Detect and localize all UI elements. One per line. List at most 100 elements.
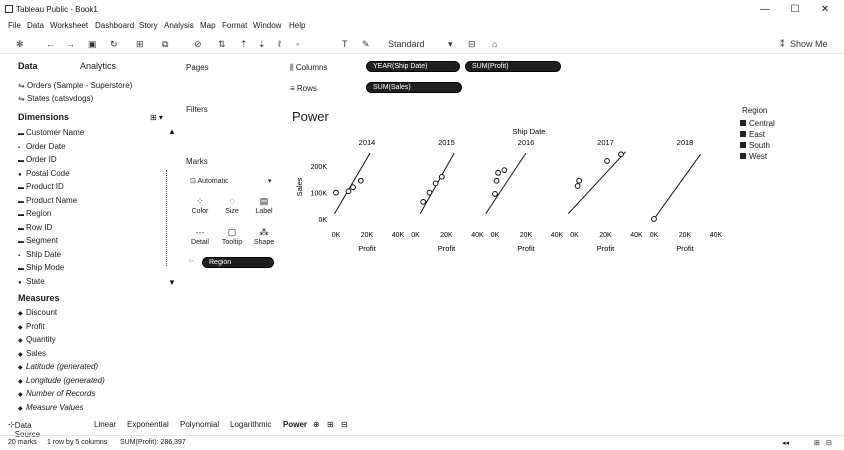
data-source-orders[interactable]: ⇋ Orders (Sample - Superstore) xyxy=(18,81,132,90)
data-source-states[interactable]: ⇋ States (catsvdogs) xyxy=(18,94,93,103)
tableau-logo-icon[interactable]: ✻ xyxy=(16,39,24,50)
color-button[interactable]: ⁘ Color xyxy=(188,196,212,215)
list-view-icon[interactable]: ⊟ xyxy=(826,439,832,447)
menu-worksheet[interactable]: Worksheet xyxy=(50,21,88,30)
columns-pill-sum-profit[interactable]: SUM(Profit) xyxy=(465,61,561,72)
measure-label: Number of Records xyxy=(26,389,96,398)
legend-item[interactable]: Central xyxy=(740,119,775,128)
present-icon[interactable]: ⊟ xyxy=(468,39,476,50)
size-button[interactable]: ◌ Size xyxy=(220,196,244,215)
sort-asc-icon[interactable]: ⇡ xyxy=(240,39,248,50)
legend-item[interactable]: West xyxy=(740,152,767,161)
tab-logarithmic[interactable]: Logarithmic xyxy=(230,420,271,429)
dimension-item[interactable]: ▪ Order Date xyxy=(18,142,66,151)
measure-item[interactable]: ◆ Quantity xyxy=(18,335,56,344)
group-icon[interactable]: ◦ xyxy=(296,39,299,49)
dimension-item[interactable]: ▬ Ship Mode xyxy=(18,263,64,272)
highlight-icon[interactable]: ℓ xyxy=(278,39,281,49)
swap-icon[interactable]: ⇅ xyxy=(218,39,226,50)
measure-item[interactable]: ◆ Latitude (generated) xyxy=(18,362,98,371)
menu-map[interactable]: Map xyxy=(200,21,216,30)
label-button[interactable]: ▤ Label xyxy=(252,196,276,215)
menu-dashboard[interactable]: Dashboard xyxy=(95,21,134,30)
menu-story[interactable]: Story xyxy=(139,21,158,30)
new-story-tab-icon[interactable]: ⊟ xyxy=(341,420,348,429)
share-icon[interactable]: ⌂ xyxy=(492,39,497,49)
tab-data[interactable]: Data xyxy=(18,61,38,71)
show-me-icon[interactable]: ⁑ xyxy=(780,39,785,50)
x-tick-label: 20K xyxy=(440,232,453,239)
dimension-item[interactable]: ▬ Product Name xyxy=(18,196,77,205)
measure-icon: ◆ xyxy=(18,378,23,385)
menu-analysis[interactable]: Analysis xyxy=(164,21,194,30)
shape-button[interactable]: ⁂ Shape xyxy=(252,227,276,246)
tooltip-button[interactable]: ▢ Tooltip xyxy=(220,227,244,246)
measure-item[interactable]: ◆ Longitude (generated) xyxy=(18,376,105,385)
nav-first-icon[interactable]: ◂◂ xyxy=(782,439,789,447)
duplicate-icon[interactable]: ⧉ xyxy=(162,39,168,50)
scroll-up-icon[interactable]: ▲ xyxy=(168,127,176,136)
clear-icon[interactable]: ⊘ xyxy=(194,39,202,50)
tab-data-source[interactable]: ⊹ Data Source xyxy=(8,420,40,439)
dimension-item[interactable]: ▬ Order ID xyxy=(18,155,57,164)
save-icon[interactable]: ▣ xyxy=(88,39,97,50)
measure-item[interactable]: ◆ Number of Records xyxy=(18,389,95,398)
menu-window[interactable]: Window xyxy=(253,21,281,30)
dimension-item[interactable]: ● Postal Code xyxy=(18,169,70,178)
close-button[interactable]: ✕ xyxy=(816,3,834,17)
menu-help[interactable]: Help xyxy=(289,21,305,30)
menu-format[interactable]: Format xyxy=(222,21,247,30)
measure-item[interactable]: ◆ Measure Values xyxy=(18,403,84,412)
new-worksheet-icon[interactable]: ⊞ xyxy=(136,39,144,50)
refresh-icon[interactable]: ↻ xyxy=(110,39,118,50)
labels-icon[interactable]: T xyxy=(342,39,348,49)
minimize-button[interactable]: — xyxy=(756,3,774,17)
dimension-item[interactable]: ▪ Ship Date xyxy=(18,250,61,259)
undo-icon[interactable]: ← xyxy=(46,39,55,49)
marks-region-pill[interactable]: Region xyxy=(202,257,274,268)
redo-icon[interactable]: → xyxy=(66,39,75,49)
dimension-item[interactable]: ▬ Region xyxy=(18,209,51,218)
pin-icon[interactable]: ✎ xyxy=(362,39,370,50)
menu-file[interactable]: File xyxy=(8,21,21,30)
measure-item[interactable]: ◆ Discount xyxy=(18,308,57,317)
grid-view-icon[interactable]: ⊞ xyxy=(814,439,820,447)
mark-type-dropdown[interactable]: ⊡ Automatic ▾ xyxy=(190,176,276,188)
dimension-item[interactable]: ● State xyxy=(18,277,45,286)
tab-exponential[interactable]: Exponential xyxy=(127,420,169,429)
scatter-chart[interactable]: Ship Date Sales 0K 100K 200K 2014 0K 20K 40K Prof… xyxy=(290,125,735,260)
show-me-button[interactable]: Show Me xyxy=(790,39,828,49)
sort-desc-icon[interactable]: ⇣ xyxy=(258,39,266,50)
maximize-button[interactable]: ☐ xyxy=(786,3,804,17)
columns-label-text: Columns xyxy=(295,63,328,72)
measure-item[interactable]: ◆ Sales xyxy=(18,349,46,358)
x-tick-label: 40K xyxy=(392,232,405,239)
new-worksheet-tab-icon[interactable]: ⊕ xyxy=(313,420,320,429)
legend-item[interactable]: East xyxy=(740,130,765,139)
window-title: Tableau Public - Book1 xyxy=(16,5,98,14)
dimension-item[interactable]: ▬ Segment xyxy=(18,236,58,245)
measure-item[interactable]: ◆ Profit xyxy=(18,322,45,331)
tab-linear[interactable]: Linear xyxy=(94,420,116,429)
fit-dropdown[interactable]: Standard xyxy=(388,39,425,49)
x-tick-label: 20K xyxy=(520,232,533,239)
sheet-tabs: ⊹ Data Source Linear Exponential Polynom… xyxy=(0,419,844,439)
dimension-item[interactable]: ▬ Product ID xyxy=(18,182,64,191)
scroll-down-icon[interactable]: ▼ xyxy=(168,278,176,287)
dimension-label: Row ID xyxy=(26,222,53,232)
tab-polynomial[interactable]: Polynomial xyxy=(180,420,219,429)
rows-pill-sum-sales[interactable]: SUM(Sales) xyxy=(366,82,462,93)
legend-swatch xyxy=(740,131,746,137)
dimensions-menu-icon[interactable]: ⊞ ▾ xyxy=(150,113,163,122)
menu-data[interactable]: Data xyxy=(27,21,44,30)
dimension-item[interactable]: ▬ Customer Name xyxy=(18,128,84,137)
fit-chevron-down-icon[interactable]: ▾ xyxy=(448,39,453,50)
tab-analytics[interactable]: Analytics xyxy=(80,61,116,71)
columns-pill-year-ship-date[interactable]: YEAR(Ship Date) xyxy=(366,61,460,72)
measure-icon: ◆ xyxy=(18,392,23,398)
legend-item[interactable]: South xyxy=(740,141,770,150)
tab-power[interactable]: Power xyxy=(283,420,307,429)
dimension-item[interactable]: ▬ Row ID xyxy=(18,223,52,232)
new-dashboard-tab-icon[interactable]: ⊞ xyxy=(327,420,334,429)
detail-button[interactable]: ⋯ Detail xyxy=(188,227,212,246)
